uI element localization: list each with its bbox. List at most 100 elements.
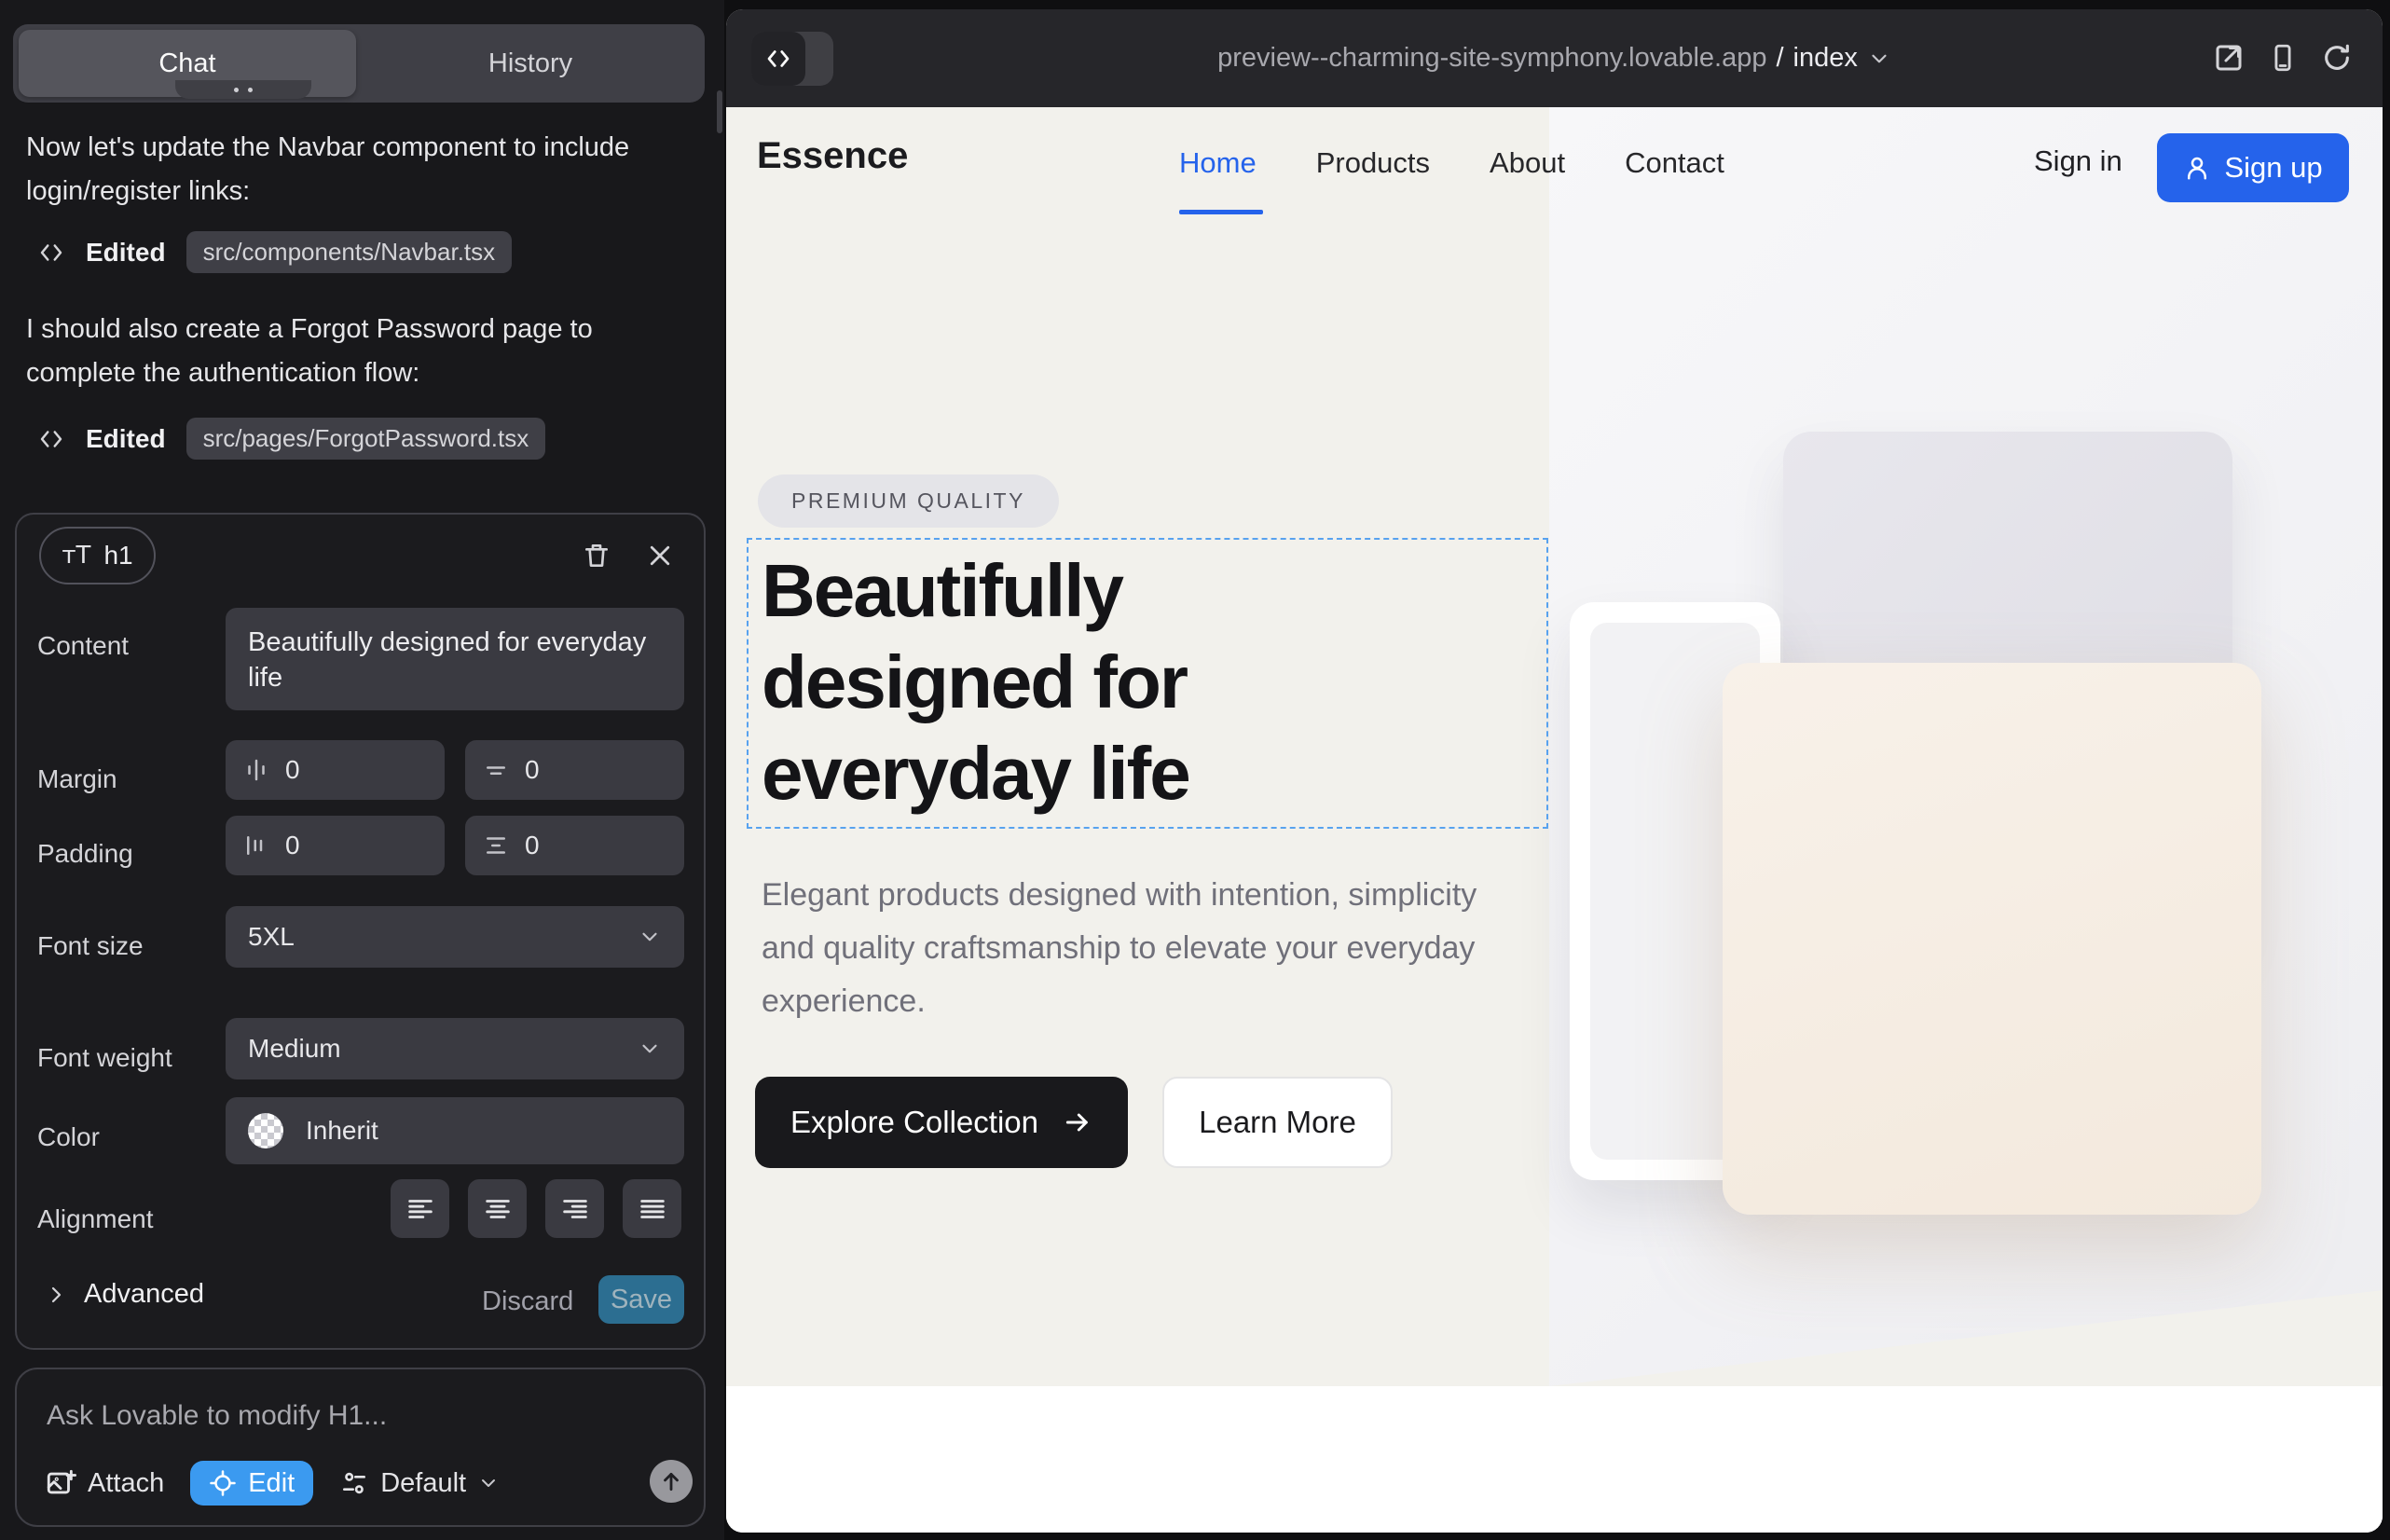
alignment-label: Alignment bbox=[37, 1204, 154, 1234]
element-editor-panel: ᴛT h1 Content Beautifully designed for e… bbox=[15, 513, 706, 1350]
padding-x-input[interactable]: 0 bbox=[226, 816, 445, 875]
active-nav-underline bbox=[1179, 210, 1263, 214]
refresh-icon[interactable] bbox=[2316, 37, 2357, 78]
align-justify-button[interactable] bbox=[623, 1179, 681, 1238]
site-nav: Home Products About Contact bbox=[1179, 146, 1724, 180]
learn-more-button[interactable]: Learn More bbox=[1162, 1077, 1393, 1168]
code-icon bbox=[751, 32, 805, 86]
explore-label: Explore Collection bbox=[790, 1105, 1038, 1140]
align-center-button[interactable] bbox=[468, 1179, 527, 1238]
element-tag-label: h1 bbox=[103, 541, 132, 571]
font-weight-value: Medium bbox=[248, 1034, 341, 1064]
chat-scrollbar[interactable] bbox=[717, 90, 722, 133]
open-external-icon[interactable] bbox=[2208, 37, 2249, 78]
code-view-toggle[interactable] bbox=[751, 32, 833, 86]
chevron-down-icon bbox=[1867, 47, 1891, 71]
explore-collection-button[interactable]: Explore Collection bbox=[755, 1077, 1128, 1168]
preview-panel: preview--charming-site-symphony.lovable.… bbox=[726, 9, 2383, 1533]
mobile-preview-icon[interactable] bbox=[2262, 37, 2303, 78]
tab-history[interactable]: History bbox=[362, 30, 699, 97]
edited-label: Edited bbox=[86, 424, 166, 454]
edited-file-row: Edited src/pages/ForgotPassword.tsx bbox=[37, 418, 545, 460]
align-left-button[interactable] bbox=[391, 1179, 449, 1238]
padding-vertical-icon bbox=[482, 832, 510, 859]
edited-file-chip[interactable]: src/pages/ForgotPassword.tsx bbox=[186, 418, 546, 460]
nav-contact[interactable]: Contact bbox=[1625, 146, 1724, 180]
scrolled-chip-partial bbox=[175, 80, 311, 99]
nav-home[interactable]: Home bbox=[1179, 146, 1257, 180]
edit-label: Edit bbox=[248, 1468, 295, 1499]
type-icon: ᴛT bbox=[62, 542, 90, 570]
color-select[interactable]: Inherit bbox=[226, 1097, 684, 1164]
color-value: Inherit bbox=[306, 1116, 378, 1146]
content-textarea[interactable]: Beautifully designed for everyday life bbox=[226, 608, 684, 710]
attach-label: Attach bbox=[88, 1468, 164, 1499]
decor-card-beige bbox=[1723, 663, 2261, 1215]
chat-history-tabs: Chat History bbox=[13, 24, 705, 103]
font-weight-select[interactable]: Medium bbox=[226, 1018, 684, 1079]
signin-link[interactable]: Sign in bbox=[2034, 144, 2122, 178]
margin-y-input[interactable]: 0 bbox=[465, 740, 684, 800]
site-canvas: Essence Home Products About Contact Sign… bbox=[726, 107, 2383, 1533]
advanced-toggle[interactable]: Advanced bbox=[45, 1279, 204, 1310]
discard-button[interactable]: Discard bbox=[482, 1286, 573, 1317]
edit-mode-button[interactable]: Edit bbox=[190, 1461, 313, 1506]
code-icon bbox=[37, 425, 65, 453]
app-window: Chat History Now let's update the Navbar… bbox=[0, 0, 2390, 1540]
padding-label: Padding bbox=[37, 839, 133, 869]
padding-horizontal-icon bbox=[242, 832, 270, 859]
signup-button[interactable]: Sign up bbox=[2157, 133, 2349, 202]
nav-about[interactable]: About bbox=[1490, 146, 1565, 180]
margin-label: Margin bbox=[37, 764, 117, 794]
next-section-background bbox=[726, 1386, 2383, 1533]
edited-file-chip[interactable]: src/components/Navbar.tsx bbox=[186, 231, 513, 273]
font-size-value: 5XL bbox=[248, 922, 295, 952]
headline-line: designed for bbox=[762, 637, 1545, 728]
attach-button[interactable]: Attach bbox=[45, 1467, 164, 1499]
hero-headline[interactable]: Beautifully designed for everyday life bbox=[762, 545, 1545, 819]
margin-y-value: 0 bbox=[525, 755, 540, 785]
prompt-box: Attach Edit Default bbox=[15, 1368, 706, 1527]
mode-select[interactable]: Default bbox=[339, 1468, 500, 1499]
url-bar[interactable]: preview--charming-site-symphony.lovable.… bbox=[726, 9, 2383, 107]
headline-line: everyday life bbox=[762, 728, 1545, 819]
arrow-right-icon bbox=[1063, 1107, 1092, 1137]
font-weight-label: Font weight bbox=[37, 1043, 172, 1073]
color-label: Color bbox=[37, 1122, 100, 1152]
delete-element-button[interactable] bbox=[576, 535, 617, 576]
chevron-down-icon bbox=[638, 1037, 662, 1061]
close-icon[interactable] bbox=[639, 535, 680, 576]
page-name: index bbox=[1793, 43, 1858, 74]
advanced-label: Advanced bbox=[84, 1279, 204, 1310]
margin-vertical-icon bbox=[482, 756, 510, 784]
nav-products[interactable]: Products bbox=[1316, 146, 1430, 180]
padding-y-input[interactable]: 0 bbox=[465, 816, 684, 875]
padding-y-value: 0 bbox=[525, 831, 540, 860]
hero-subtext: Elegant products designed with intention… bbox=[762, 869, 1535, 1028]
preview-topbar: preview--charming-site-symphony.lovable.… bbox=[726, 9, 2383, 107]
margin-x-input[interactable]: 0 bbox=[226, 740, 445, 800]
site-logo[interactable]: Essence bbox=[757, 135, 908, 177]
font-size-select[interactable]: 5XL bbox=[226, 906, 684, 968]
send-button[interactable] bbox=[650, 1460, 693, 1503]
attach-image-icon bbox=[45, 1467, 76, 1499]
chevron-down-icon bbox=[477, 1472, 500, 1494]
mode-label: Default bbox=[380, 1468, 466, 1499]
element-tag-pill[interactable]: ᴛT h1 bbox=[39, 527, 156, 584]
padding-x-value: 0 bbox=[285, 831, 300, 860]
chat-panel: Chat History Now let's update the Navbar… bbox=[0, 0, 724, 1540]
chevron-right-icon bbox=[45, 1284, 67, 1306]
margin-x-value: 0 bbox=[285, 755, 300, 785]
edited-label: Edited bbox=[86, 238, 166, 268]
signup-label: Sign up bbox=[2224, 151, 2322, 185]
headline-line: Beautifully bbox=[762, 545, 1545, 637]
edited-file-row: Edited src/components/Navbar.tsx bbox=[37, 231, 512, 273]
align-right-button[interactable] bbox=[545, 1179, 604, 1238]
code-icon bbox=[37, 239, 65, 267]
color-swatch bbox=[248, 1113, 283, 1148]
prompt-input[interactable] bbox=[45, 1390, 660, 1442]
chat-message: I should also create a Forgot Password p… bbox=[26, 308, 660, 395]
save-button[interactable]: Save bbox=[598, 1275, 684, 1324]
edit-target-icon bbox=[209, 1469, 237, 1497]
sliders-icon bbox=[339, 1468, 369, 1498]
